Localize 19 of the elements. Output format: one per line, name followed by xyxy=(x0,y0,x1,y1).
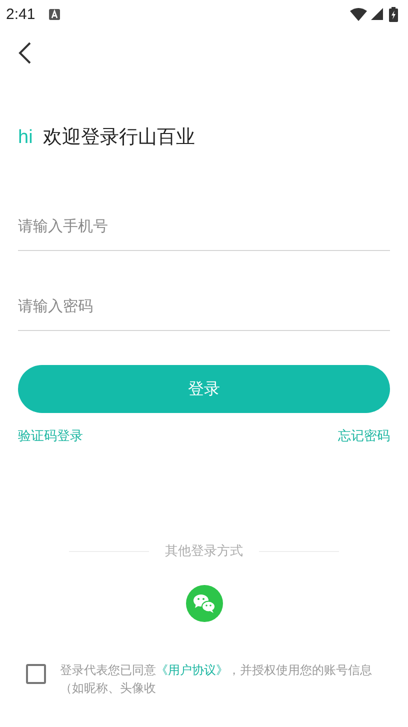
notification-icon xyxy=(49,8,60,20)
sms-code-login-link[interactable]: 验证码登录 xyxy=(18,427,83,445)
login-button[interactable]: 登录 xyxy=(18,365,390,413)
agreement-text: 登录代表您已同意《用户协议》，并授权使用您的账号信息 xyxy=(60,662,372,679)
signal-icon xyxy=(371,8,383,20)
agreement-text: （如昵称、头像收 xyxy=(60,680,157,697)
wifi-icon xyxy=(350,8,367,20)
other-login-label: 其他登录方式 xyxy=(165,543,243,560)
battery-icon xyxy=(389,6,398,22)
wechat-icon[interactable] xyxy=(186,585,222,622)
agreement-checkbox[interactable] xyxy=(26,664,46,684)
back-icon[interactable] xyxy=(18,42,32,64)
input-field[interactable]: 请输入手机号 xyxy=(18,204,390,248)
forgot-password-link[interactable]: 忘记密码 xyxy=(338,427,390,445)
greeting-hi: hi xyxy=(18,127,33,149)
input-field[interactable]: 请输入密码 xyxy=(18,284,390,328)
welcome-title: 欢迎登录行山百业 xyxy=(42,125,195,150)
user-agreement-link[interactable]: 《用户协议》 xyxy=(156,663,228,677)
status-time: 2:41 xyxy=(6,6,36,22)
